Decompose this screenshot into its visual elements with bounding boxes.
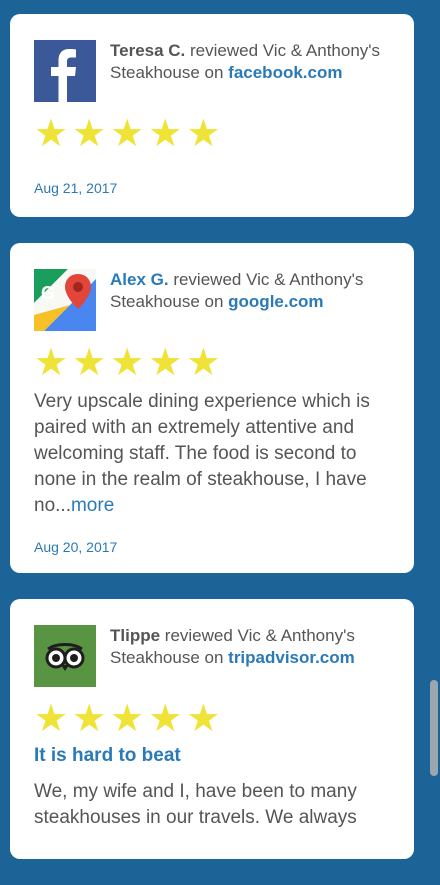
star-icon: ★ bbox=[148, 342, 183, 384]
star-rating: ★ ★ ★ ★ ★ bbox=[34, 114, 390, 154]
facebook-icon[interactable] bbox=[34, 40, 96, 102]
review-header: Teresa C. reviewed Vic & Anthony's Steak… bbox=[34, 40, 390, 102]
star-icon: ★ bbox=[110, 698, 145, 740]
review-card: Tlippe reviewed Vic & Anthony's Steakhou… bbox=[10, 599, 414, 859]
tripadvisor-icon[interactable] bbox=[34, 625, 96, 687]
star-icon: ★ bbox=[72, 113, 107, 155]
review-date: Aug 21, 2017 bbox=[34, 180, 118, 196]
review-date: Aug 20, 2017 bbox=[34, 539, 118, 555]
review-headline: Alex G. reviewed Vic & Anthony's Steakho… bbox=[110, 269, 390, 313]
star-icon: ★ bbox=[148, 698, 183, 740]
star-rating: ★ ★ ★ ★ ★ bbox=[34, 343, 390, 383]
review-header: Tlippe reviewed Vic & Anthony's Steakhou… bbox=[34, 625, 390, 687]
star-icon: ★ bbox=[148, 113, 183, 155]
review-text: Very upscale dining experience which is … bbox=[34, 389, 390, 519]
star-icon: ★ bbox=[34, 342, 69, 384]
reviewer-name[interactable]: Tlippe bbox=[110, 626, 160, 645]
review-feed: Teresa C. reviewed Vic & Anthony's Steak… bbox=[10, 14, 414, 885]
star-icon: ★ bbox=[34, 698, 69, 740]
reviewer-name[interactable]: Teresa C. bbox=[110, 41, 185, 60]
star-icon: ★ bbox=[72, 342, 107, 384]
star-icon: ★ bbox=[110, 113, 145, 155]
review-card: Teresa C. reviewed Vic & Anthony's Steak… bbox=[10, 14, 414, 217]
read-more-link[interactable]: more bbox=[71, 495, 114, 516]
google-maps-icon[interactable]: G bbox=[34, 269, 96, 331]
review-header: G Alex G. reviewed Vic & Anthony's Steak… bbox=[34, 269, 390, 331]
star-icon: ★ bbox=[186, 113, 221, 155]
review-source-link[interactable]: tripadvisor.com bbox=[228, 648, 355, 667]
svg-text:G: G bbox=[41, 283, 55, 303]
review-title[interactable]: It is hard to beat bbox=[34, 745, 390, 767]
review-source-link[interactable]: google.com bbox=[228, 292, 323, 311]
star-rating: ★ ★ ★ ★ ★ bbox=[34, 699, 390, 739]
review-text: We, my wife and I, have been to many ste… bbox=[34, 781, 357, 828]
reviewer-name[interactable]: Alex G. bbox=[110, 270, 169, 289]
review-headline: Tlippe reviewed Vic & Anthony's Steakhou… bbox=[110, 625, 390, 669]
review-headline: Teresa C. reviewed Vic & Anthony's Steak… bbox=[110, 40, 390, 84]
star-icon: ★ bbox=[34, 113, 69, 155]
star-icon: ★ bbox=[110, 342, 145, 384]
star-icon: ★ bbox=[186, 698, 221, 740]
review-source-link[interactable]: facebook.com bbox=[228, 63, 342, 82]
review-card: G Alex G. reviewed Vic & Anthony's Steak… bbox=[10, 243, 414, 573]
star-icon: ★ bbox=[72, 698, 107, 740]
scrollbar-thumb[interactable] bbox=[430, 680, 438, 776]
star-icon: ★ bbox=[186, 342, 221, 384]
